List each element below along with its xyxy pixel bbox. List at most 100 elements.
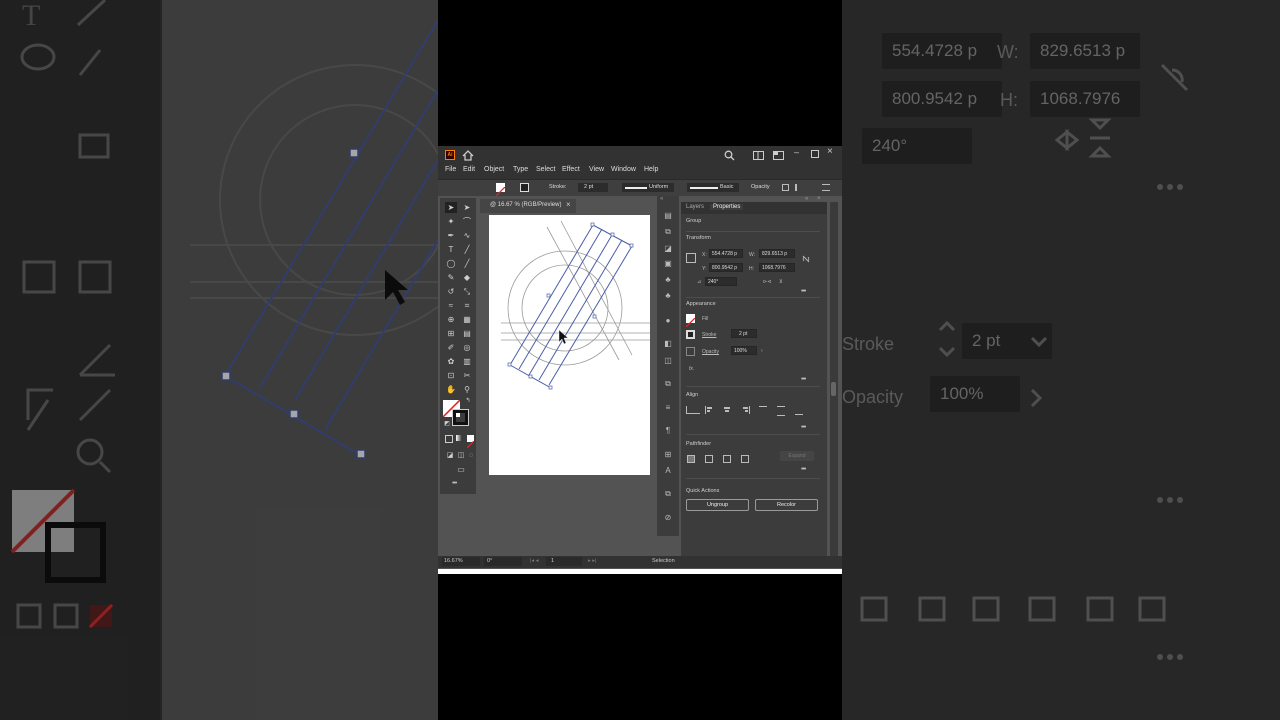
constrain-proportions-icon[interactable] [801,254,811,264]
variable-width-profile-dropdown[interactable]: Uniform [622,183,674,192]
reference-point-icon[interactable] [686,253,696,263]
swap-fill-stroke-icon[interactable]: ↰ [462,396,474,407]
close-window-icon[interactable]: × [827,146,833,157]
recolor-button[interactable]: Recolor [755,499,818,511]
width-tool-icon[interactable]: ≈ [445,300,457,311]
perspective-grid-tool-icon[interactable]: ▦ [461,314,473,325]
symbol-sprayer-tool-icon[interactable]: ✿ [445,356,457,367]
eraser-tool-icon[interactable]: ◆ [461,272,473,283]
libraries-icon[interactable]: ▤ [663,211,673,221]
menu-effect[interactable]: Effect [562,166,580,173]
intersect-icon[interactable] [723,455,731,463]
appearance-stroke-weight[interactable]: 2 pt [731,329,757,338]
menu-window[interactable]: Window [611,166,636,173]
color-icon[interactable]: ● [663,316,673,326]
curvature-tool-icon[interactable]: ∿ [461,230,473,241]
brushes-icon[interactable]: ♣ [663,275,673,285]
paintbrush-tool-icon[interactable]: ╱ [461,258,473,269]
column-graph-tool-icon[interactable]: ▥ [461,356,473,367]
none-mode-icon[interactable] [466,435,475,449]
artboard-navigator[interactable]: 1 [546,557,582,566]
character-icon[interactable]: A [663,466,673,476]
default-fill-stroke-icon[interactable]: ◩ [441,419,453,430]
magic-wand-tool-icon[interactable]: ✦ [445,216,457,227]
stroke-color-swatch[interactable] [452,409,469,426]
pathfinder-more-options-icon[interactable]: ••• [801,466,806,473]
w-field[interactable]: 829.6513 p [759,249,795,258]
arrange-documents-icon[interactable] [773,151,784,160]
control-bar-menu-icon[interactable] [822,184,830,191]
first-artboard-icon[interactable]: |◂ ◂ [530,558,538,564]
fill-label[interactable]: Fill [702,316,708,322]
appearance-fill-swatch[interactable] [685,314,696,328]
exclude-icon[interactable] [741,455,749,463]
opacity-field[interactable]: 100% [731,346,757,355]
eyedropper-tool-icon[interactable]: ✐ [445,342,457,353]
align-more-options-icon[interactable]: ••• [801,424,806,431]
transform-panel-icon[interactable]: ⊞ [663,450,673,460]
home-icon[interactable] [462,150,474,161]
ellipse-tool-icon[interactable]: ◯ [445,258,457,269]
hand-tool-icon[interactable]: ✋ [445,384,457,395]
artwork-canvas[interactable] [489,215,650,475]
stroke-weight-field[interactable]: 2 pt [578,183,608,192]
pathfinder-panel-icon[interactable]: ⊘ [663,513,673,523]
menu-view[interactable]: View [589,166,604,173]
zoom-tool-icon[interactable]: ⚲ [461,384,473,395]
collapse-strip-icon[interactable]: « [660,196,663,202]
artboard[interactable] [489,215,650,475]
stroke-panel-icon[interactable]: ≡ [663,403,673,413]
align-horizontal-center-icon[interactable] [723,406,731,414]
menu-file[interactable]: File [445,166,456,173]
rotate-view-field[interactable]: 0° [484,557,522,566]
symbols-icon[interactable]: ♣ [663,291,673,301]
fill-swatch[interactable] [495,183,506,197]
flip-vertical-icon[interactable]: ⊻ [779,279,783,285]
menu-help[interactable]: Help [644,166,658,173]
panel-collapse-icon[interactable]: « [805,196,808,202]
line-tool-icon[interactable]: ╱ [461,244,473,255]
align-panel-icon[interactable]: ⧉ [663,489,673,499]
selection-tool-icon[interactable]: ➤ [445,202,457,213]
panel-close-icon[interactable]: × [817,196,821,202]
stroke-panel-link[interactable]: Stroke [702,332,716,338]
tab-properties[interactable]: Properties [710,204,744,210]
maximize-icon[interactable] [811,150,819,158]
search-icon[interactable] [724,150,735,161]
appearance-more-options-icon[interactable]: ••• [801,376,806,383]
rotate-tool-icon[interactable]: ↺ [445,286,457,297]
gradient-mode-icon[interactable] [456,435,462,441]
rotate-angle-field[interactable]: 240° [705,277,737,286]
stroke-swatch[interactable] [520,183,529,192]
menu-select[interactable]: Select [536,166,555,173]
swatches-icon[interactable]: ▣ [663,259,673,269]
shape-builder-tool-icon[interactable]: ⊕ [445,314,457,325]
next-artboard-icon[interactable]: ▸ ▸| [588,558,596,564]
artboards-icon[interactable]: ⧉ [663,227,673,237]
align-left-icon[interactable] [705,406,714,414]
paragraph-icon[interactable]: ¶ [663,426,673,436]
graphic-styles-icon[interactable]: ⧉ [663,379,673,389]
align-to-selection-icon[interactable] [686,406,700,414]
asset-export-icon[interactable]: ◪ [663,244,673,254]
color-mode-icon[interactable] [445,435,453,443]
free-transform-tool-icon[interactable]: ⌗ [461,300,473,311]
slice-tool-icon[interactable]: ✂ [461,370,473,381]
opacity-expand-icon[interactable]: › [761,348,763,354]
align-right-icon[interactable] [741,406,750,414]
document-tab[interactable]: @ 16.67 % (RGB/Preview) × [480,199,576,213]
artboard-tool-icon[interactable]: ⊡ [445,370,457,381]
align-icon[interactable] [795,184,803,191]
recolor-artwork-icon[interactable] [782,184,789,191]
minus-front-icon[interactable] [705,455,713,463]
expand-button[interactable]: Expand [780,451,814,461]
transform-more-options-icon[interactable]: ••• [801,288,806,295]
appearance-stroke-swatch[interactable] [686,330,695,339]
workspace-switcher-icon[interactable] [753,151,764,160]
close-document-icon[interactable]: × [566,200,571,209]
shaper-tool-icon[interactable]: ✎ [445,272,457,283]
blend-tool-icon[interactable]: ◎ [461,342,473,353]
opacity-panel-link[interactable]: Opacity [702,349,719,355]
scale-tool-icon[interactable]: ⤡ [461,286,473,297]
draw-inside-icon[interactable]: ◌ [465,450,477,461]
